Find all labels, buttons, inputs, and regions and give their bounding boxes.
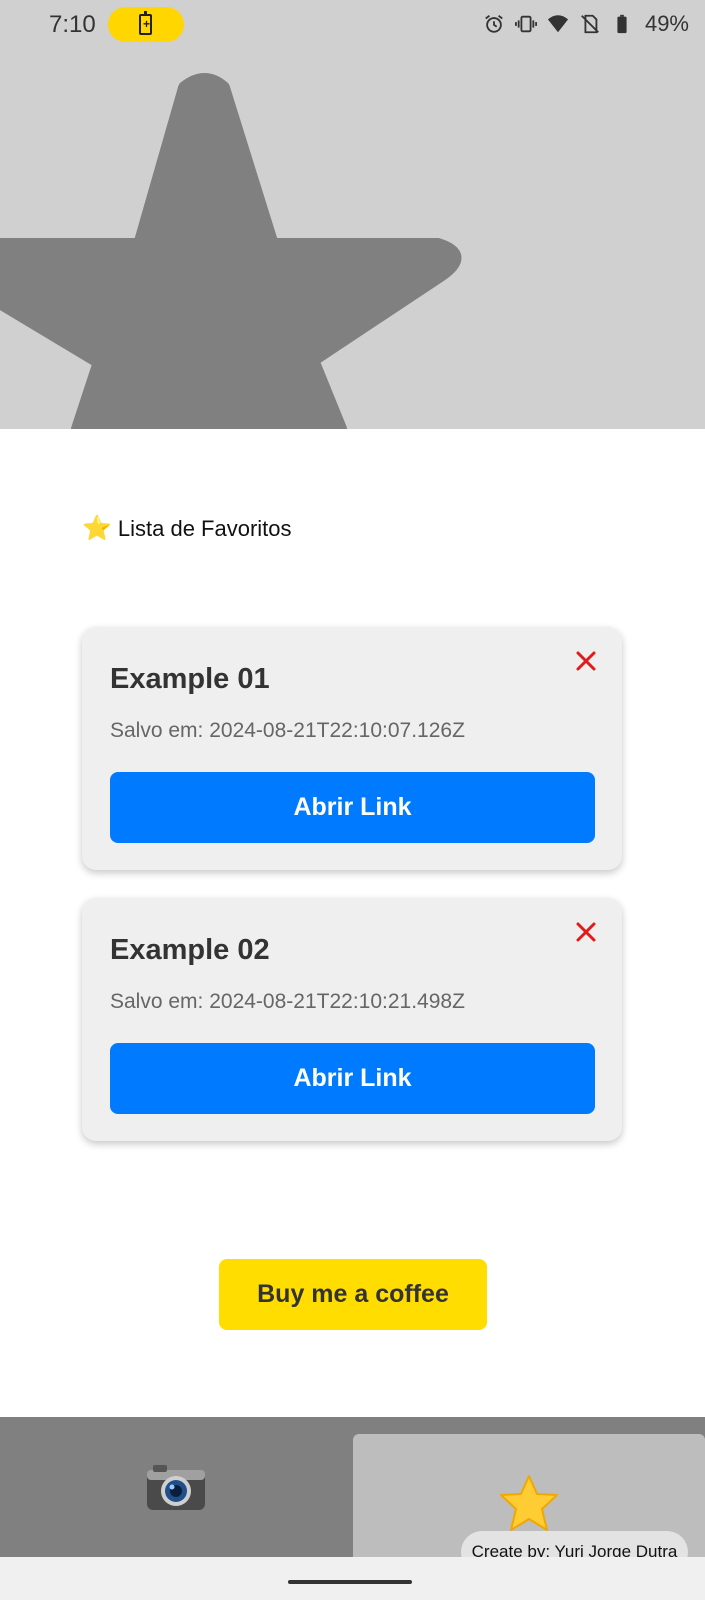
star-icon — [0, 73, 462, 429]
status-icons: 49% — [483, 11, 689, 37]
card-title: Example 01 — [110, 663, 270, 695]
card-title: Example 02 — [110, 934, 270, 966]
battery-charging-icon: + — [108, 7, 184, 42]
page-title: ⭐ Lista de Favoritos — [82, 514, 292, 543]
close-icon[interactable] — [572, 647, 600, 675]
hero-banner — [0, 50, 705, 429]
battery-icon — [617, 14, 627, 34]
camera-icon — [147, 1465, 205, 1510]
favorite-card: Example 01 Salvo em: 2024-08-21T22:10:07… — [82, 627, 622, 870]
page-title-text: Lista de Favoritos — [117, 515, 292, 541]
open-link-button[interactable]: Abrir Link — [110, 772, 595, 843]
close-icon[interactable] — [572, 918, 600, 946]
tab-camera[interactable] — [0, 1417, 352, 1557]
vibrate-icon — [514, 15, 537, 33]
wifi-icon — [547, 15, 569, 33]
star-icon — [500, 1475, 558, 1531]
alarm-icon — [485, 15, 503, 33]
battery-percent: 49% — [644, 11, 689, 36]
status-bar: 7:10 + 49% — [0, 0, 705, 50]
system-nav-bar — [0, 1557, 705, 1600]
open-link-button[interactable]: Abrir Link — [110, 1043, 595, 1114]
card-saved-date: Salvo em: 2024-08-21T22:10:21.498Z — [110, 990, 465, 1013]
buy-me-a-coffee-button[interactable]: Buy me a coffee — [219, 1259, 487, 1330]
no-sim-icon — [581, 14, 599, 34]
home-gesture-handle[interactable] — [288, 1580, 412, 1584]
star-icon: ⭐ — [82, 515, 112, 542]
favorite-card: Example 02 Salvo em: 2024-08-21T22:10:21… — [82, 898, 622, 1141]
card-saved-date: Salvo em: 2024-08-21T22:10:07.126Z — [110, 719, 465, 742]
status-time: 7:10 — [49, 11, 96, 38]
